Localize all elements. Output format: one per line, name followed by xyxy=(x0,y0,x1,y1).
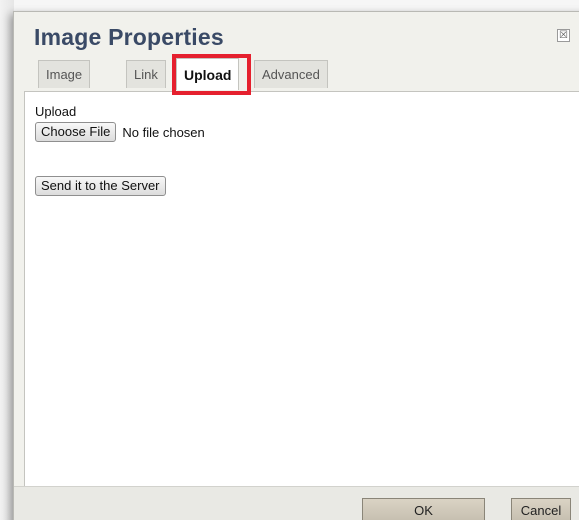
image-properties-dialog: Image Properties ☒ Image Info Link Uploa… xyxy=(13,11,579,520)
close-icon[interactable]: ☒ xyxy=(557,29,570,42)
file-input: Choose File No file chosen xyxy=(35,122,205,142)
send-to-server-button[interactable]: Send it to the Server xyxy=(35,176,166,196)
file-status-text: No file chosen xyxy=(122,124,205,140)
screen: Image Properties ☒ Image Info Link Uploa… xyxy=(0,0,579,520)
upload-label: Upload xyxy=(35,104,77,119)
dialog-title: Image Properties xyxy=(34,24,224,50)
cancel-button[interactable]: Cancel xyxy=(511,498,571,520)
ok-button[interactable]: OK xyxy=(362,498,485,520)
tab-upload[interactable]: Upload xyxy=(176,58,240,90)
choose-file-button[interactable]: Choose File xyxy=(35,122,117,142)
dialog-footer: OK Cancel xyxy=(14,486,579,520)
tab-advanced[interactable]: Advanced xyxy=(254,60,328,88)
tab-image-info[interactable]: Image Info xyxy=(38,60,91,110)
background-page-edge xyxy=(0,0,14,520)
tab-link[interactable]: Link xyxy=(126,60,166,88)
upload-panel: Upload Choose File No file chosen Send i… xyxy=(24,91,579,487)
